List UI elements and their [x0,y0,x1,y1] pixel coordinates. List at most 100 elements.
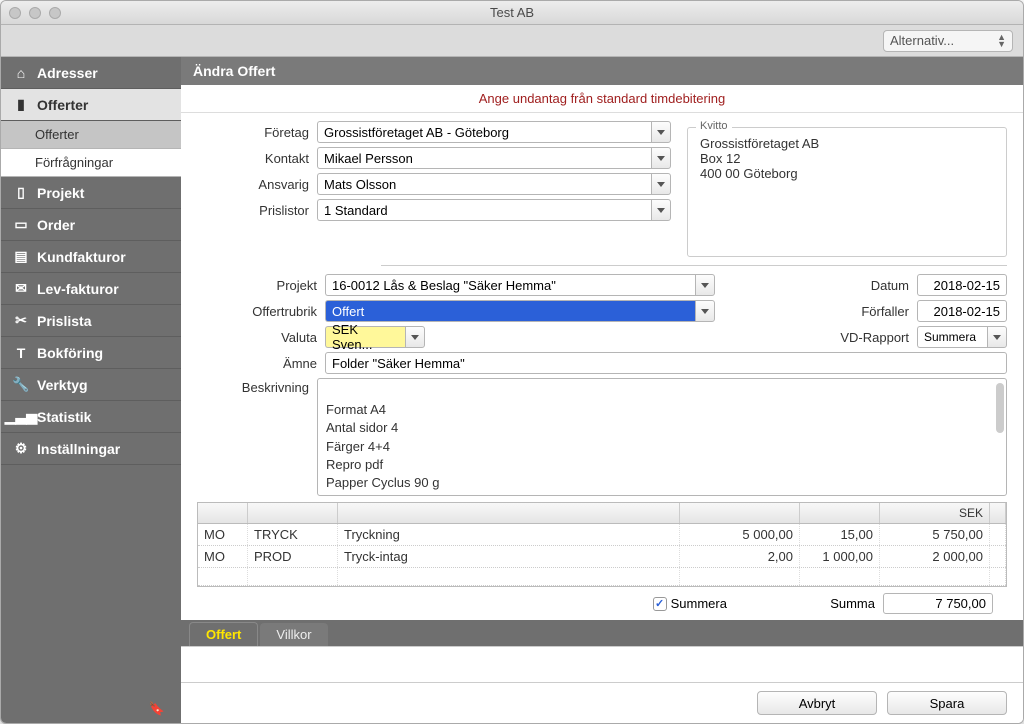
warning-text: Ange undantag från standard timdebiterin… [479,91,725,106]
dropdown-button[interactable] [651,121,671,143]
close-icon[interactable] [9,7,21,19]
label-vdrapport: VD-Rapport [840,330,909,345]
tab-label: Villkor [276,627,311,642]
summa-label: Summa [830,596,875,611]
col-header-currency[interactable]: SEK [880,503,990,523]
cell: TRYCK [248,524,338,545]
chevron-down-icon [657,156,665,161]
vdrapport-combo[interactable]: Summera [917,326,1007,348]
foretag-combo[interactable]: Grossistföretaget AB - Göteborg [317,121,671,143]
table-row[interactable]: MO PROD Tryck-intag 2,00 1 000,00 2 000,… [198,546,1006,568]
cell: PROD [248,546,338,567]
dropdown-button[interactable] [695,300,715,322]
projekt-combo[interactable]: 16-0012 Lås & Beslag "Säker Hemma" [325,274,715,296]
dropdown-button[interactable] [405,326,425,348]
ansvarig-input[interactable]: Mats Olsson [317,173,651,195]
bookmark-icon[interactable]: 🔖 [1,695,181,723]
dropdown-button[interactable] [987,326,1007,348]
sidebar-item-projekt[interactable]: ▯ Projekt [1,177,181,209]
summera-checkbox[interactable]: ✓ Summera [653,596,727,611]
dropdown-button[interactable] [651,199,671,221]
scissors-icon: ✂ [13,313,29,329]
chevron-down-icon [657,130,665,135]
save-button[interactable]: Spara [887,691,1007,715]
sidebar-item-offerter[interactable]: ▮ Offerter [1,89,181,121]
tab-villkor[interactable]: Villkor [260,623,327,646]
gear-icon: ⚙ [13,441,29,457]
alternativ-select[interactable]: Alternativ... ▲▼ [883,30,1013,52]
beskrivning-textarea[interactable]: Format A4 Antal sidor 4 Färger 4+4 Repro… [317,378,1007,496]
label-ansvarig: Ansvarig [197,177,317,192]
dropdown-button[interactable] [651,147,671,169]
kvitto-line3: 400 00 Göteborg [700,166,994,181]
sidebar-item-levfakturor[interactable]: ✉ Lev-fakturor [1,273,181,305]
cell: Tryck-intag [338,546,680,567]
cancel-button[interactable]: Avbryt [757,691,877,715]
col-header[interactable] [338,503,680,523]
cell: 15,00 [800,524,880,545]
sidebar-item-kundfakturor[interactable]: ▤ Kundfakturor [1,241,181,273]
cell: MO [198,546,248,567]
sidebar-item-installningar[interactable]: ⚙ Inställningar [1,433,181,465]
scrollbar[interactable] [996,383,1004,433]
sidebar-sub-offerter[interactable]: Offerter [1,121,181,149]
section-header: Ändra Offert [181,57,1023,85]
sidebar-item-statistik[interactable]: ▁▃▅ Statistik [1,401,181,433]
cell: 1 000,00 [800,546,880,567]
sidebar-item-prislista[interactable]: ✂ Prislista [1,305,181,337]
minimize-icon[interactable] [29,7,41,19]
forfaller-input[interactable] [917,300,1007,322]
label-foretag: Företag [197,125,317,140]
chevron-down-icon [993,335,1001,340]
valuta-input[interactable]: SEK Sven... [325,326,405,348]
col-header[interactable] [198,503,248,523]
table-row[interactable]: MO TRYCK Tryckning 5 000,00 15,00 5 750,… [198,524,1006,546]
offertrubrik-combo[interactable]: Offert [325,300,715,322]
col-header[interactable] [680,503,800,523]
kontakt-combo[interactable]: Mikael Persson [317,147,671,169]
sidebar: ⌂ Adresser ▮ Offerter Offerter Förfrågni… [1,57,181,723]
dropdown-button[interactable] [695,274,715,296]
datum-input[interactable] [917,274,1007,296]
prislistor-combo[interactable]: 1 Standard [317,199,671,221]
label-kontakt: Kontakt [197,151,317,166]
sidebar-item-bokforing[interactable]: T Bokföring [1,337,181,369]
line-items-grid: SEK MO TRYCK Tryckning 5 000,00 15,00 5 … [197,502,1007,587]
kontakt-input[interactable]: Mikael Persson [317,147,651,169]
dropdown-button[interactable] [651,173,671,195]
foretag-input[interactable]: Grossistföretaget AB - Göteborg [317,121,651,143]
chevron-down-icon [701,309,709,314]
projekt-input[interactable]: 16-0012 Lås & Beslag "Säker Hemma" [325,274,695,296]
toolbar: Alternativ... ▲▼ [1,25,1023,57]
ansvarig-combo[interactable]: Mats Olsson [317,173,671,195]
prislistor-input[interactable]: 1 Standard [317,199,651,221]
sidebar-label: Kundfakturor [37,249,126,265]
sidebar-label: Lev-fakturor [37,281,119,297]
tab-label: Offert [206,627,241,642]
sidebar-item-adresser[interactable]: ⌂ Adresser [1,57,181,89]
chevron-down-icon [411,335,419,340]
vdrapport-input[interactable]: Summera [917,326,987,348]
amne-input[interactable]: Folder "Säker Hemma" [325,352,1007,374]
offertrubrik-input[interactable]: Offert [325,300,695,322]
doc-icon: ▮ [13,97,29,113]
tab-offert[interactable]: Offert [189,622,258,646]
sidebar-item-order[interactable]: ▭ Order [1,209,181,241]
summa-value: 7 750,00 [883,593,993,614]
valuta-combo[interactable]: SEK Sven... [325,326,425,348]
label-forfaller: Förfaller [861,304,909,319]
home-icon: ⌂ [13,65,29,81]
sidebar-label: Adresser [37,65,98,81]
check-icon: ✓ [653,597,667,611]
summera-label: Summera [671,596,727,611]
sidebar-sub-forfragningar[interactable]: Förfrågningar [1,149,181,177]
cell [990,524,1006,545]
doc-icon: ▯ [13,185,29,201]
sidebar-item-verktyg[interactable]: 🔧 Verktyg [1,369,181,401]
table-row-empty[interactable] [198,568,1006,586]
maximize-icon[interactable] [49,7,61,19]
chevron-down-icon [657,182,665,187]
col-header[interactable] [248,503,338,523]
beskrivning-text: Format A4 Antal sidor 4 Färger 4+4 Repro… [326,402,470,496]
col-header[interactable] [800,503,880,523]
